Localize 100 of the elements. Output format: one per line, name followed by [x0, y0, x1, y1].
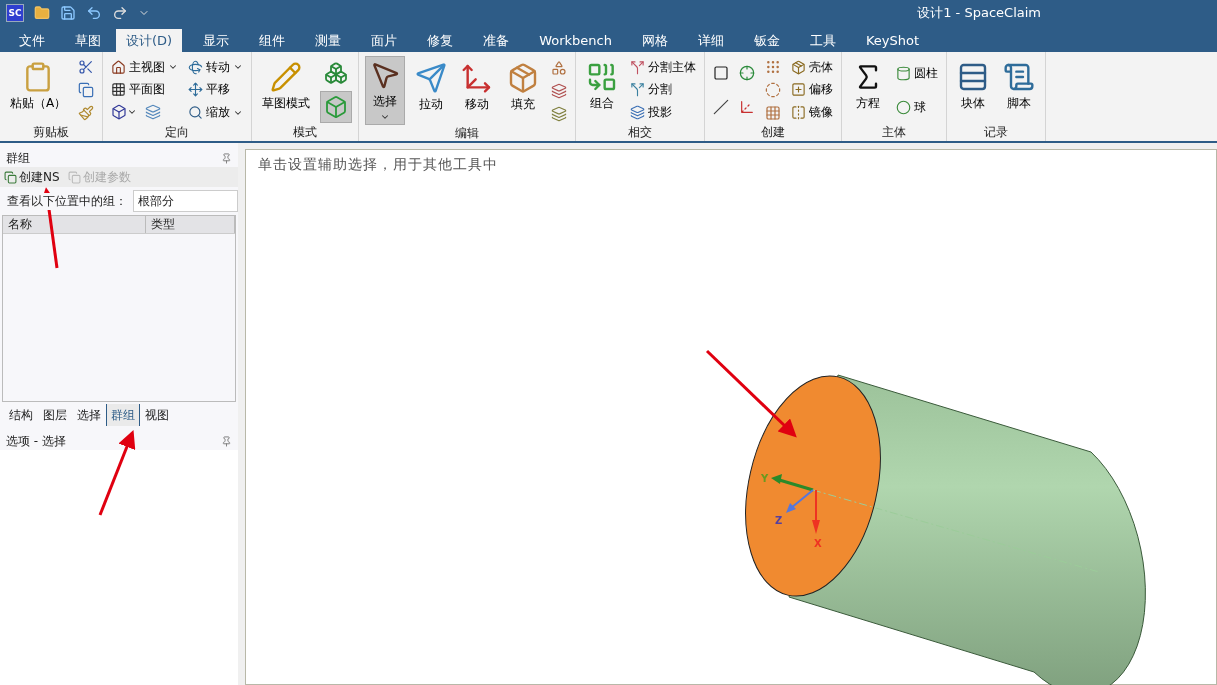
ribbon-tab[interactable]: 网格: [626, 29, 683, 52]
ribbon-tab[interactable]: KeyShot: [850, 29, 935, 52]
ribbon-button[interactable]: 圆柱: [894, 63, 941, 83]
ribbon-tab[interactable]: 准备: [468, 29, 525, 52]
ribbon-button[interactable]: 填充: [503, 58, 544, 123]
group-label: 剪贴板: [32, 124, 71, 141]
search-icon: [188, 105, 204, 121]
group-label: 相交: [627, 124, 654, 141]
panel-title: 群组: [6, 149, 30, 167]
undo-icon[interactable]: [86, 5, 102, 21]
grid-icon: [111, 82, 127, 97]
group-label: 主体: [881, 124, 908, 141]
ribbon-button[interactable]: 壳体: [789, 57, 836, 77]
panel-tab[interactable]: 结构: [4, 404, 38, 426]
ribbon-button[interactable]: 脚本: [999, 58, 1040, 122]
cube-icon: [324, 61, 349, 85]
script-icon: [1003, 61, 1036, 93]
ribbon-button[interactable]: 块体: [953, 58, 994, 122]
ribbon-tab[interactable]: 显示: [188, 29, 245, 52]
axis-label: Z: [775, 515, 783, 526]
cube-icon: [111, 104, 128, 121]
square-icon: [713, 65, 730, 81]
panel-title: 选项 - 选择: [6, 432, 66, 450]
ribbon-tab[interactable]: 设计(D): [116, 29, 183, 52]
circle-icon: [765, 82, 782, 98]
viewport[interactable]: 单击设置辅助选择，用于其他工具中 Y Z X: [245, 149, 1217, 685]
layers-icon: [630, 105, 646, 121]
ribbon-button[interactable]: 分割主体: [628, 57, 699, 77]
layers-icon: [551, 105, 568, 122]
ribbon-button[interactable]: 转动: [186, 57, 246, 77]
panel-tab[interactable]: 视图: [140, 404, 174, 426]
axes-icon: [739, 99, 756, 115]
ribbon-button[interactable]: 分割: [628, 80, 675, 100]
panel-tab[interactable]: 选择: [72, 404, 106, 426]
ribbon-button[interactable]: 选择: [365, 56, 406, 125]
scissors-icon: [78, 59, 95, 76]
cube-icon: [324, 95, 349, 119]
copy-icon: [78, 82, 95, 98]
panel-tab[interactable]: 群组: [106, 404, 140, 426]
ribbon-tab[interactable]: 修复: [412, 29, 469, 52]
ribbon-button[interactable]: 缩放: [186, 103, 246, 123]
ribbon-tab[interactable]: 测量: [300, 29, 357, 52]
folder-icon[interactable]: [34, 5, 50, 21]
mirror-icon: [791, 105, 807, 121]
ribbon-button[interactable]: 移动: [457, 58, 498, 123]
axis-label: X: [814, 538, 822, 549]
group-label: 创建: [760, 124, 787, 141]
column-header[interactable]: 名称: [3, 216, 146, 233]
ribbon-button[interactable]: 偏移: [789, 80, 836, 100]
ribbon-tab[interactable]: Workbench: [524, 29, 627, 52]
ribbon-tab[interactable]: 详细: [682, 29, 739, 52]
crosshair-icon: [739, 65, 756, 81]
ribbon-button[interactable]: 球: [894, 97, 929, 117]
group-label: 编辑: [454, 125, 481, 142]
sphere-icon: [896, 99, 912, 115]
axis-triad: [771, 474, 820, 534]
group-label: 定向: [164, 124, 191, 141]
group-label: 模式: [292, 124, 319, 141]
ribbon-tab[interactable]: 钣金: [738, 29, 795, 52]
rotate-icon: [188, 59, 204, 75]
column-header[interactable]: 类型: [145, 216, 235, 233]
hint-text: 单击设置辅助选择，用于其他工具中: [258, 156, 498, 174]
ribbon-button[interactable]: 平移: [186, 80, 233, 100]
app-logo: SC: [6, 4, 24, 22]
save-icon[interactable]: [60, 5, 76, 21]
pin-icon[interactable]: [221, 435, 232, 447]
line-icon: [713, 99, 730, 115]
ribbon-tab[interactable]: 面片: [356, 29, 413, 52]
ribbon-button[interactable]: 主视图: [109, 57, 181, 77]
ribbon-tab[interactable]: 草图: [60, 29, 116, 52]
redo-icon[interactable]: [112, 5, 128, 21]
axis-label: Y: [761, 473, 769, 484]
ribbon-button[interactable]: 投影: [628, 103, 675, 123]
ribbon-button[interactable]: 草图模式: [258, 58, 315, 122]
layers-icon: [145, 104, 162, 121]
dots-icon: [765, 59, 782, 76]
layers-icon: [551, 82, 568, 99]
cylinder-icon: [896, 65, 912, 81]
ribbon-button[interactable]: 镜像: [789, 103, 836, 123]
split-icon: [630, 59, 646, 75]
toolbar-button[interactable]: 创建NS: [4, 168, 60, 186]
ribbon-button[interactable]: 平面图: [109, 80, 168, 99]
ribbon-button[interactable]: 拉动: [411, 58, 452, 123]
group-field[interactable]: 根部分: [133, 190, 238, 212]
window-title: 设计1 - SpaceClaim: [917, 4, 1041, 22]
ribbon-tab[interactable]: 组件: [244, 29, 301, 52]
arrow-icon: [415, 61, 448, 94]
shapes-icon: [551, 59, 568, 76]
pin-icon[interactable]: [221, 152, 232, 164]
grid-icon: [765, 104, 782, 121]
ribbon-button[interactable]: 方程: [848, 58, 889, 122]
ribbon-button[interactable]: 粘贴（A）: [6, 58, 71, 122]
split-icon: [630, 82, 646, 98]
ribbon-tab[interactable]: 工具: [794, 29, 851, 52]
pencil-icon: [270, 61, 303, 93]
ribbon-button[interactable]: 组合: [582, 58, 623, 122]
panel-tab[interactable]: 图层: [38, 404, 72, 426]
caret-icon: [380, 112, 391, 122]
brush-icon: [78, 104, 95, 121]
ribbon-tab[interactable]: 文件: [4, 29, 60, 52]
